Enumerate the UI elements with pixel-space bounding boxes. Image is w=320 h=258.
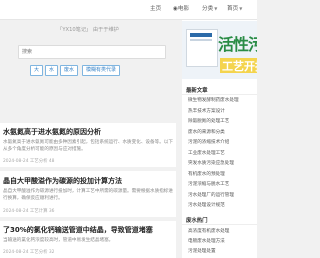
- banner-headline: 活性污泥: [218, 35, 257, 54]
- nav-label: 电影: [177, 6, 190, 12]
- sidebar-link[interactable]: 除氨脱氮的处理工艺: [188, 118, 229, 124]
- tag-item[interactable]: 废水: [60, 65, 79, 76]
- sidebar-link[interactable]: 突发水质污染应急处理: [188, 160, 234, 166]
- search-input[interactable]: [18, 45, 166, 59]
- sidebar-link[interactable]: 污泥处理处置: [188, 248, 216, 254]
- sidebar-link[interactable]: 热丰技术方案设计: [188, 108, 225, 114]
- sidebar-link[interactable]: 工业废水处理工艺: [188, 150, 225, 156]
- article-snippet: 水氨氮高于进水氨氮可能由多种因素引起，包括系统运行、水质变化、设备等。以下从多个…: [3, 140, 173, 152]
- divider: [182, 224, 257, 225]
- banner-subtitle-bar: [190, 39, 212, 41]
- sidebar-link[interactable]: 电镀废水处理方法: [188, 238, 225, 244]
- sidebar-link[interactable]: 废水的来源和分类: [188, 129, 225, 135]
- nav-label: 主页: [150, 6, 162, 12]
- nav-label: 首页: [227, 6, 239, 12]
- article-title[interactable]: 水氨氮高于进水氨氮的原因分析: [3, 127, 101, 137]
- article-title[interactable]: 晶自大甲酸溢作为碳源的投加计算方法: [3, 176, 122, 186]
- nav-item-category[interactable]: 分类▼: [202, 4, 217, 12]
- divider: [182, 94, 257, 95]
- sidebar-link[interactable]: 污水处理设计规范: [188, 202, 225, 208]
- tag-item[interactable]: 模糊有类代录: [82, 65, 121, 76]
- nav-item-home[interactable]: 主页: [150, 4, 161, 12]
- search-placeholder: 搜索: [22, 49, 33, 55]
- tag-item[interactable]: 水: [45, 65, 59, 76]
- tag-item[interactable]: 大: [30, 65, 44, 76]
- sidebar-heading-latest: 最新文章: [186, 88, 208, 94]
- chevron-down-icon: ▼: [214, 6, 218, 11]
- nav-item-front[interactable]: 首页▼: [227, 4, 242, 12]
- nav-label: 分类: [202, 6, 214, 12]
- site-notice: 「YX10笔记」 由于于维护: [57, 27, 119, 33]
- article-title[interactable]: 了30%的氯化钙输送管道中结晶，导致管道堵塞: [3, 225, 153, 235]
- sidebar-link[interactable]: 污泥的浓缩技术介绍: [188, 139, 229, 145]
- top-nav-bar: [0, 0, 257, 20]
- sidebar-heading-hot: 废水热门: [186, 218, 208, 224]
- banner-logo: [190, 33, 212, 37]
- sidebar-link[interactable]: 高浓度有机废水处理: [188, 228, 229, 234]
- article-snippet: 当输送的氯化钙浓度较高时，管道中易发生结晶堵塞。: [3, 238, 114, 243]
- banner-subheadline-text: 工艺开拓: [222, 60, 257, 73]
- banner-ad[interactable]: 活性污泥 工艺开拓: [182, 21, 257, 79]
- sidebar-link[interactable]: 微生物发酵制药废水处理: [188, 97, 239, 103]
- nav-item-movies[interactable]: ◉电影: [173, 4, 189, 12]
- article-snippet: 晶自大甲酸溢作为碳源进行投加时，计算工艺中所需的碳源量。需要根据水质指标进行换算…: [3, 189, 173, 201]
- sidebar-link[interactable]: 污水处理厂的运行管理: [188, 192, 234, 198]
- article-meta: 2024-08-24 工艺分析 32: [3, 250, 55, 255]
- article-meta: 2024-08-24 工艺计算 36: [3, 209, 55, 214]
- article-meta: 2024-08-24 工艺分析 48: [3, 159, 55, 164]
- banner-subheadline: 工艺开拓: [220, 58, 257, 73]
- sidebar-link[interactable]: 污泥浓缩与脱水工艺: [188, 181, 229, 187]
- chevron-down-icon: ▼: [239, 6, 243, 11]
- sidebar-link[interactable]: 有机废水的预处理: [188, 171, 225, 177]
